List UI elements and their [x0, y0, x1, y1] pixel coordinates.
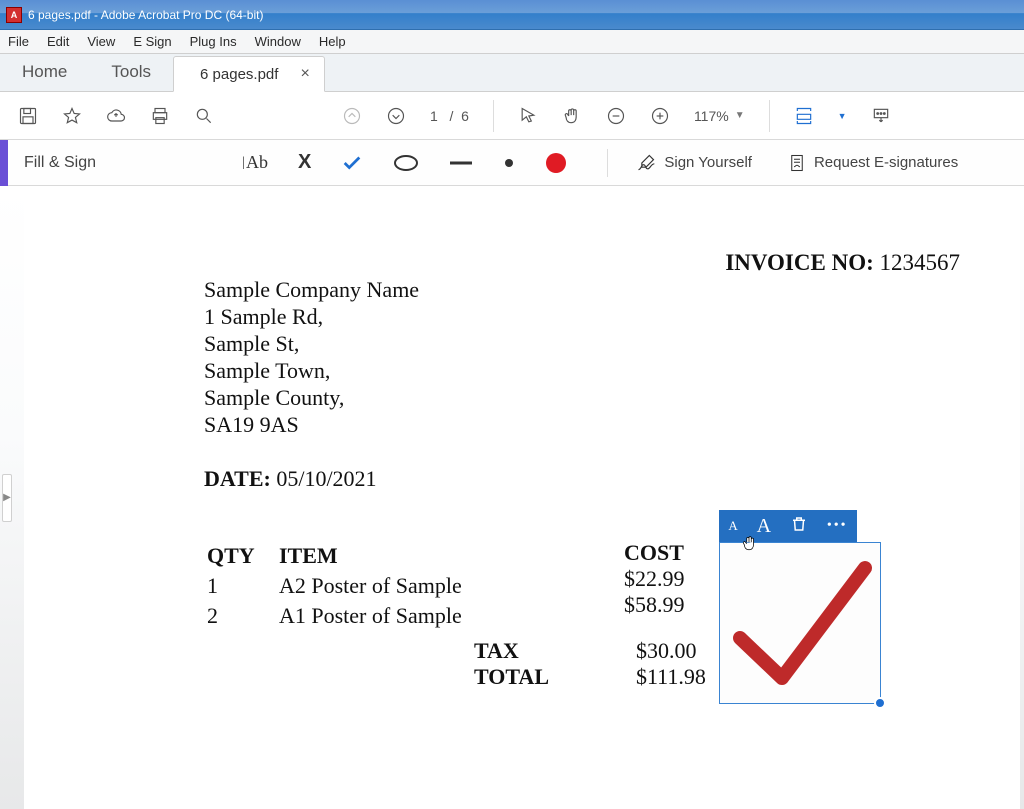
fill-sign-title: Fill & Sign: [24, 154, 96, 172]
resize-handle[interactable]: [874, 697, 886, 709]
checkmark-icon: [720, 543, 880, 703]
pane-expand-handle[interactable]: ▶: [2, 474, 12, 522]
menu-view[interactable]: View: [87, 34, 115, 49]
color-picker-icon[interactable]: [545, 152, 567, 174]
tab-tools[interactable]: Tools: [89, 53, 173, 91]
costs-column: COST $22.99 $58.99: [624, 540, 685, 618]
page-up-icon[interactable]: [342, 106, 362, 126]
window-titlebar: A 6 pages.pdf - Adobe Acrobat Pro DC (64…: [0, 0, 1024, 30]
company-address: Sample Company Name 1 Sample Rd, Sample …: [204, 276, 419, 438]
add-checkmark-icon[interactable]: [341, 152, 363, 174]
table-row: 1A2 Poster of Sample: [206, 572, 482, 600]
menu-window[interactable]: Window: [255, 34, 301, 49]
tab-close-button[interactable]: ×: [300, 65, 309, 83]
table-row: 2A1 Poster of Sample: [206, 602, 482, 630]
menu-file[interactable]: File: [8, 34, 29, 49]
annotation-more-button[interactable]: •••: [823, 518, 852, 534]
add-dot-icon[interactable]: [503, 157, 515, 169]
delete-annotation-button[interactable]: [786, 515, 812, 538]
menu-edit[interactable]: Edit: [47, 34, 69, 49]
signature-pen-icon: [636, 153, 656, 173]
add-line-icon[interactable]: [449, 160, 473, 166]
invoice-number: INVOICE NO: 1234567: [725, 250, 960, 276]
zoom-out-icon[interactable]: [606, 106, 626, 126]
tab-home[interactable]: Home: [0, 53, 89, 91]
cloud-upload-icon[interactable]: [106, 106, 126, 126]
request-esignatures-button[interactable]: Request E-signatures: [788, 153, 958, 173]
menu-plugins[interactable]: Plug Ins: [190, 34, 237, 49]
overflow-menu-icon[interactable]: [871, 106, 891, 126]
invoice-date: DATE: 05/10/2021: [204, 466, 377, 492]
page-total: 6: [461, 108, 469, 124]
print-icon[interactable]: [150, 106, 170, 126]
window-title: 6 pages.pdf - Adobe Acrobat Pro DC (64-b…: [28, 8, 263, 22]
fit-width-icon[interactable]: [794, 106, 814, 126]
separator: [769, 100, 770, 132]
menu-bar: File Edit View E Sign Plug Ins Window He…: [0, 30, 1024, 54]
separator: [607, 149, 608, 177]
main-toolbar: 1 / 6 117% ▼ ▼: [0, 92, 1024, 140]
hand-pan-icon[interactable]: [562, 106, 582, 126]
trash-icon: [790, 515, 808, 533]
app-icon: A: [6, 7, 22, 23]
chevron-down-icon: ▼: [735, 110, 745, 121]
checkmark-annotation[interactable]: [719, 542, 881, 704]
document-viewport[interactable]: ▶ INVOICE NO: 1234567 Sample Company Nam…: [0, 186, 1024, 809]
fill-sign-toolbar: Fill & Sign |Ab X Sign Yourself Request …: [0, 140, 1024, 186]
select-arrow-icon[interactable]: [518, 106, 538, 126]
page-down-icon[interactable]: [386, 106, 406, 126]
menu-esign[interactable]: E Sign: [133, 34, 171, 49]
totals-block: TAX $30.00 TOTAL $111.98: [474, 638, 706, 690]
document-sign-icon: [788, 153, 806, 173]
annotation-toolbar: A A •••: [719, 510, 857, 542]
add-x-icon[interactable]: X: [298, 151, 311, 174]
magnify-icon[interactable]: [194, 106, 214, 126]
tab-strip: Home Tools 6 pages.pdf ×: [0, 54, 1024, 92]
pdf-page: INVOICE NO: 1234567 Sample Company Name …: [24, 190, 1020, 809]
star-icon[interactable]: [62, 106, 82, 126]
add-text-icon[interactable]: |Ab: [246, 152, 268, 173]
save-icon[interactable]: [18, 106, 38, 126]
fit-width-chevron-icon[interactable]: ▼: [838, 111, 847, 121]
add-circle-icon[interactable]: [393, 154, 419, 172]
scale-down-button[interactable]: A: [724, 518, 741, 534]
scale-up-button[interactable]: A: [753, 515, 775, 538]
tab-document[interactable]: 6 pages.pdf ×: [173, 56, 325, 92]
menu-help[interactable]: Help: [319, 34, 346, 49]
page-indicator: 1 / 6: [430, 108, 469, 124]
zoom-dropdown[interactable]: 117% ▼: [694, 108, 745, 124]
panel-accent: [0, 140, 8, 186]
sign-yourself-button[interactable]: Sign Yourself: [636, 153, 760, 173]
tab-document-label: 6 pages.pdf: [200, 66, 278, 83]
items-table: QTYITEM 1A2 Poster of Sample 2A1 Poster …: [204, 540, 484, 632]
separator: [493, 100, 494, 132]
page-current[interactable]: 1: [430, 108, 438, 124]
zoom-in-icon[interactable]: [650, 106, 670, 126]
